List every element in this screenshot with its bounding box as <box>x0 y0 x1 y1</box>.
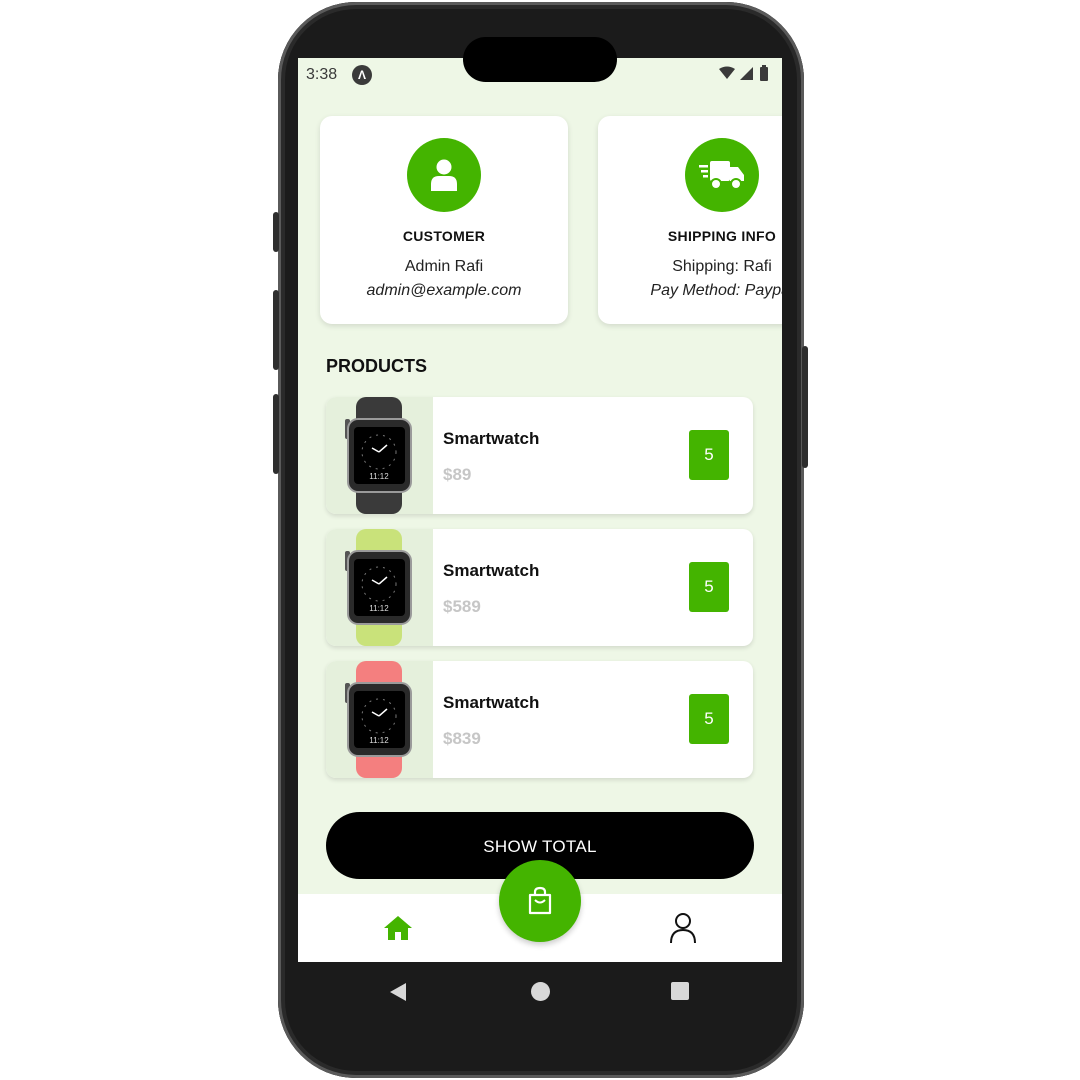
products-heading: PRODUCTS <box>326 356 428 376</box>
product-row[interactable]: 11:12 Smartwatch $839 5 <box>326 661 753 778</box>
product-image: 11:12 <box>326 661 433 778</box>
product-image: 11:12 <box>326 397 433 514</box>
shipping-name: Shipping: Rafi <box>672 258 772 275</box>
system-navigation-bar <box>298 962 782 1022</box>
product-image: 11:12 <box>326 529 433 646</box>
product-row[interactable]: 11:12 Smartwatch $589 5 <box>326 529 753 646</box>
product-row[interactable]: 11:12 Smartwatch $89 5 <box>326 397 753 514</box>
quantity-button[interactable]: 5 <box>689 694 729 744</box>
pay-method: Pay Method: Paypal <box>650 282 782 299</box>
product-price: $589 <box>443 597 481 616</box>
home-circle-icon[interactable] <box>531 982 550 1001</box>
person-icon[interactable] <box>668 912 698 944</box>
card-title: CUSTOMER <box>402 228 486 244</box>
app-screen: 3:38 Λ CUSTOMER Admin Rafi admin@example… <box>298 58 782 962</box>
recent-apps-icon[interactable] <box>671 982 689 1000</box>
svg-text:11:12: 11:12 <box>369 604 389 613</box>
side-button <box>273 212 279 252</box>
product-name: Smartwatch <box>443 561 540 580</box>
product-name: Smartwatch <box>443 429 540 448</box>
product-price: $89 <box>443 465 472 484</box>
truck-icon <box>685 138 759 212</box>
shopping-bag-icon[interactable] <box>499 860 581 942</box>
side-button <box>802 346 808 468</box>
quantity-button[interactable]: 5 <box>689 562 729 612</box>
back-icon[interactable] <box>388 982 408 1007</box>
product-name: Smartwatch <box>443 693 540 712</box>
shipping-card[interactable]: SHIPPING INFO Shipping: Rafi Pay Method:… <box>598 116 782 324</box>
camera-notch <box>463 37 617 82</box>
customer-card[interactable]: CUSTOMER Admin Rafi admin@example.com <box>320 116 568 324</box>
status-icons <box>718 65 774 88</box>
info-cards-row[interactable]: CUSTOMER Admin Rafi admin@example.com SH… <box>320 116 782 326</box>
quantity-button[interactable]: 5 <box>689 430 729 480</box>
svg-text:11:12: 11:12 <box>369 736 389 745</box>
customer-email: admin@example.com <box>366 282 522 299</box>
product-price: $839 <box>443 729 481 748</box>
svg-text:11:12: 11:12 <box>369 472 389 481</box>
battery-icon <box>760 67 768 81</box>
app-notification-icon: Λ <box>352 65 372 85</box>
side-button <box>273 394 279 474</box>
signal-icon <box>740 67 753 80</box>
status-time: 3:38 <box>306 66 338 83</box>
wifi-icon <box>719 66 735 79</box>
user-icon <box>407 138 481 212</box>
side-button <box>273 290 279 370</box>
card-title: SHIPPING INFO <box>667 228 777 244</box>
customer-name: Admin Rafi <box>404 258 484 275</box>
home-icon[interactable] <box>382 914 414 942</box>
